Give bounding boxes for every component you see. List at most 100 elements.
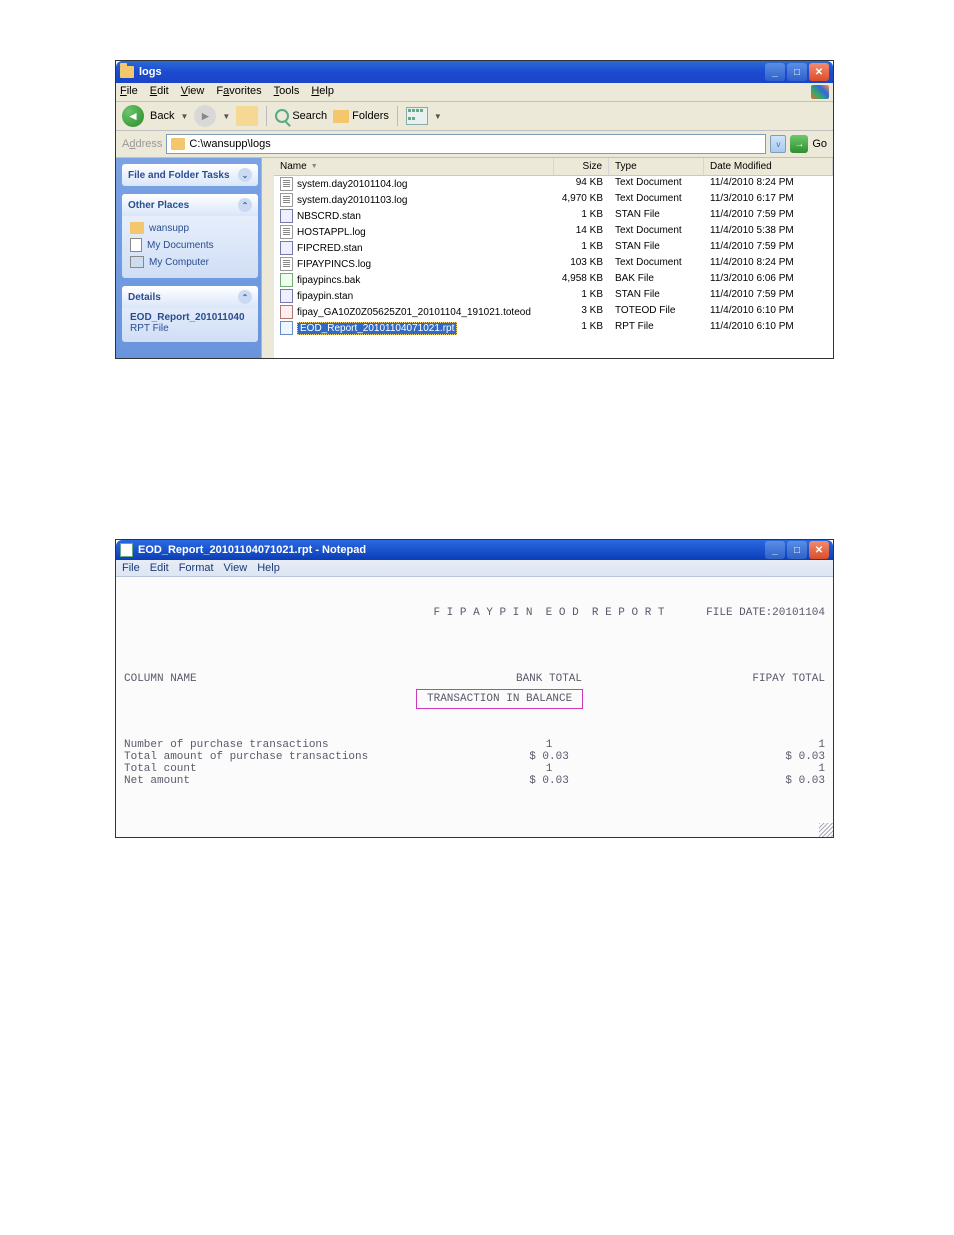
go-button[interactable]: → — [790, 135, 808, 153]
file-type: Text Document — [609, 257, 704, 271]
menu-file[interactable]: File — [120, 85, 138, 99]
menu-help[interactable]: Help — [257, 562, 280, 574]
address-input[interactable]: C:\wansupp\logs — [166, 134, 766, 154]
file-type: Text Document — [609, 193, 704, 207]
menu-edit[interactable]: Edit — [150, 562, 169, 574]
file-row[interactable]: fipaypincs.bak4,958 KBBAK File11/3/2010 … — [274, 272, 833, 288]
file-type: Text Document — [609, 177, 704, 191]
file-row[interactable]: fipaypin.stan1 KBSTAN File11/4/2010 7:59… — [274, 288, 833, 304]
sort-descending-icon: ▼ — [311, 163, 318, 170]
file-type: BAK File — [609, 273, 704, 287]
report-row-fipay: 1 — [674, 763, 825, 775]
explorer-titlebar[interactable]: logs _ □ ✕ — [116, 61, 833, 83]
column-header-date[interactable]: Date Modified — [704, 158, 833, 175]
scrollbar-down-button[interactable]: ▾ — [262, 346, 274, 358]
file-type: STAN File — [609, 209, 704, 223]
column-header-name[interactable]: Name ▼ — [274, 158, 554, 175]
back-button[interactable]: ◄ — [122, 105, 144, 127]
documents-icon — [130, 238, 142, 252]
column-header-size[interactable]: Size — [554, 158, 609, 175]
column-header-type[interactable]: Type — [609, 158, 704, 175]
address-path: C:\wansupp\logs — [189, 138, 270, 150]
search-icon — [275, 109, 289, 123]
views-button[interactable] — [406, 107, 428, 125]
explorer-window: logs _ □ ✕ File Edit View Favorites Tool… — [115, 60, 834, 359]
maximize-button[interactable]: □ — [787, 541, 807, 559]
explorer-sidebar: ▴ File and Folder Tasks⌄ Other Places⌃ w… — [116, 158, 274, 358]
search-button[interactable]: Search — [275, 109, 327, 123]
file-name: FIPAYPINCS.log — [297, 259, 371, 270]
report-row-bank: $ 0.03 — [424, 751, 674, 763]
file-date: 11/4/2010 6:10 PM — [704, 321, 833, 335]
sidebar-item-wansupp[interactable]: wansupp — [130, 220, 250, 236]
menu-file[interactable]: File — [122, 562, 140, 574]
search-label: Search — [292, 110, 327, 122]
minimize-button[interactable]: _ — [765, 63, 785, 81]
menu-format[interactable]: Format — [179, 562, 214, 574]
file-date: 11/3/2010 6:17 PM — [704, 193, 833, 207]
details-filename: EOD_Report_201011040 — [130, 312, 245, 323]
file-row[interactable]: system.day20101103.log4,970 KBText Docum… — [274, 192, 833, 208]
report-title: F I P A Y P I N E O D R E P O R T — [424, 607, 674, 619]
file-icon — [280, 193, 293, 207]
file-size: 4,958 KB — [554, 273, 609, 287]
folders-button[interactable]: Folders — [333, 110, 389, 123]
file-icon — [280, 273, 293, 287]
up-folder-button[interactable] — [236, 106, 258, 126]
back-dropdown-icon[interactable]: ▼ — [180, 112, 188, 121]
close-button[interactable]: ✕ — [809, 541, 829, 559]
file-row[interactable]: system.day20101104.log94 KBText Document… — [274, 176, 833, 192]
report-file-date: FILE DATE:20101104 — [674, 607, 825, 619]
file-row[interactable]: FIPCRED.stan1 KBSTAN File11/4/2010 7:59 … — [274, 240, 833, 256]
panel-header[interactable]: File and Folder Tasks⌄ — [122, 164, 258, 186]
notepad-text-area[interactable]: F I P A Y P I N E O D R E P O R T FILE D… — [116, 577, 833, 837]
file-date: 11/4/2010 8:24 PM — [704, 257, 833, 271]
column-header: COLUMN NAME — [124, 673, 424, 685]
maximize-button[interactable]: □ — [787, 63, 807, 81]
resize-grip-icon[interactable] — [819, 823, 833, 837]
menu-tools[interactable]: Tools — [274, 85, 300, 99]
file-row[interactable]: NBSCRD.stan1 KBSTAN File11/4/2010 7:59 P… — [274, 208, 833, 224]
menu-favorites[interactable]: Favorites — [216, 85, 261, 99]
menu-edit[interactable]: Edit — [150, 85, 169, 99]
menu-view[interactable]: View — [181, 85, 205, 99]
file-icon — [280, 177, 293, 191]
window-title: EOD_Report_20101104071021.rpt - Notepad — [138, 544, 765, 556]
sidebar-item-my-computer[interactable]: My Computer — [130, 254, 250, 270]
scrollbar-up-button[interactable]: ▴ — [262, 158, 274, 170]
file-row[interactable]: FIPAYPINCS.log103 KBText Document11/4/20… — [274, 256, 833, 272]
file-list[interactable]: system.day20101104.log94 KBText Document… — [274, 176, 833, 358]
details-panel: Details⌃ EOD_Report_201011040 RPT File — [122, 286, 258, 342]
menu-view[interactable]: View — [224, 562, 248, 574]
file-size: 1 KB — [554, 321, 609, 335]
file-size: 94 KB — [554, 177, 609, 191]
file-size: 4,970 KB — [554, 193, 609, 207]
column-header: BANK TOTAL — [424, 673, 674, 685]
file-row[interactable]: HOSTAPPL.log14 KBText Document11/4/2010 … — [274, 224, 833, 240]
file-size: 1 KB — [554, 289, 609, 303]
notepad-titlebar[interactable]: EOD_Report_20101104071021.rpt - Notepad … — [116, 540, 833, 560]
file-date: 11/4/2010 7:59 PM — [704, 209, 833, 223]
close-button[interactable]: ✕ — [809, 63, 829, 81]
sidebar-item-my-documents[interactable]: My Documents — [130, 236, 250, 254]
forward-dropdown-icon[interactable]: ▼ — [222, 112, 230, 121]
forward-button[interactable]: ► — [194, 105, 216, 127]
file-date: 11/4/2010 6:10 PM — [704, 305, 833, 319]
file-row[interactable]: fipay_GA10Z0Z05625Z01_20101104_191021.to… — [274, 304, 833, 320]
file-row[interactable]: EOD_Report_20101104071021.rpt1 KBRPT Fil… — [274, 320, 833, 336]
notepad-menubar: File Edit Format View Help — [116, 560, 833, 577]
file-date: 11/4/2010 8:24 PM — [704, 177, 833, 191]
panel-header[interactable]: Details⌃ — [122, 286, 258, 308]
views-dropdown-icon[interactable]: ▼ — [434, 112, 442, 121]
file-date: 11/4/2010 7:59 PM — [704, 241, 833, 255]
minimize-button[interactable]: _ — [765, 541, 785, 559]
sidebar-item-label: My Computer — [149, 257, 209, 268]
report-row-bank: 1 — [424, 739, 674, 751]
file-type: TOTEOD File — [609, 305, 704, 319]
file-size: 1 KB — [554, 241, 609, 255]
report-row-fipay: $ 0.03 — [674, 751, 825, 763]
chevron-up-icon: ⌃ — [238, 290, 252, 304]
address-dropdown-button[interactable]: v — [770, 135, 786, 153]
menu-help[interactable]: Help — [311, 85, 334, 99]
panel-header[interactable]: Other Places⌃ — [122, 194, 258, 216]
